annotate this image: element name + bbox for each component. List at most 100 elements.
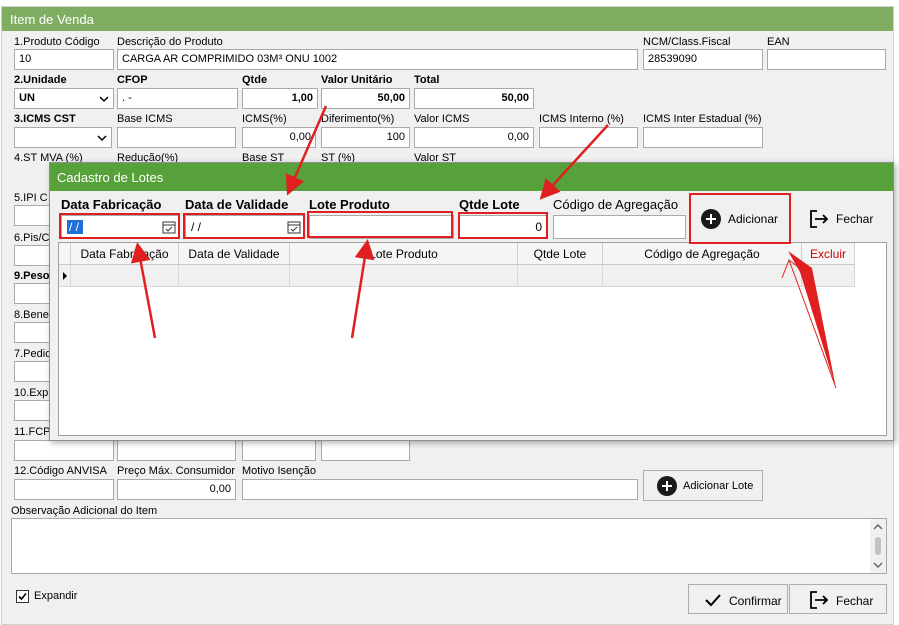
row-indicator (59, 265, 71, 287)
icms-inter-input[interactable] (643, 127, 763, 148)
section-7-input[interactable] (14, 361, 54, 382)
valor-icms-input[interactable]: 0,00 (414, 127, 534, 148)
fechar-dialog-button[interactable]: Fechar (795, 196, 883, 242)
codigo-anvisa-input[interactable] (14, 479, 114, 500)
icms-pct-label: ICMS(%) (242, 113, 287, 125)
adicionar-lote-button[interactable]: Adicionar Lote (643, 470, 763, 501)
table-row-cell[interactable] (71, 265, 179, 287)
scroll-down-icon[interactable] (873, 561, 883, 569)
col-data-fabricacao[interactable]: Data Fabricação (71, 243, 179, 265)
section-11-input-3[interactable] (242, 440, 316, 461)
total-input[interactable]: 50,00 (414, 88, 534, 109)
icms-interno-input[interactable] (539, 127, 638, 148)
calendar-icon[interactable] (162, 220, 176, 234)
check-icon (18, 592, 27, 601)
dialog-titlebar: Cadastro de Lotes (50, 163, 893, 191)
descricao-input[interactable]: CARGA AR COMPRIMIDO 03M³ ONU 1002 (117, 49, 638, 70)
table-row-cell[interactable] (802, 265, 855, 287)
scroll-up-icon[interactable] (873, 523, 883, 531)
preco-max-label: Preço Máx. Consumidor (117, 465, 235, 477)
table-row-cell[interactable] (603, 265, 802, 287)
col-codigo-agregacao[interactable]: Código de Agregação (603, 243, 802, 265)
col-qtde-lote[interactable]: Qtde Lote (518, 243, 603, 265)
section-11-input[interactable] (14, 440, 114, 461)
data-validade-value: / / (191, 220, 202, 234)
section-8-input[interactable] (14, 322, 54, 343)
icms-inter-label: ICMS Inter Estadual (%) (643, 113, 762, 125)
cadastro-lotes-dialog: Cadastro de Lotes Data Fabricação / / Da… (49, 162, 894, 441)
qtde-input[interactable]: 1,00 (242, 88, 318, 109)
dialog-title: Cadastro de Lotes (57, 170, 164, 185)
section-11-input-2[interactable] (117, 440, 236, 461)
section-11-label: 11.FCP (14, 426, 51, 438)
col-data-validade[interactable]: Data de Validade (179, 243, 290, 265)
window-title: Item de Venda (10, 12, 94, 27)
icms-pct-input[interactable]: 0,00 (242, 127, 316, 148)
table-row-cell[interactable] (179, 265, 290, 287)
scroll-thumb[interactable] (875, 537, 881, 555)
data-fabricacao-label: Data Fabricação (61, 197, 162, 212)
unidade-label: 2.Unidade (14, 74, 67, 86)
base-icms-input[interactable] (117, 127, 236, 148)
ncm-input[interactable]: 28539090 (643, 49, 763, 70)
data-fabricacao-input[interactable]: / / (61, 215, 180, 239)
section-5-input[interactable] (14, 205, 54, 226)
lote-produto-input[interactable] (309, 215, 454, 239)
valor-icms-label: Valor ICMS (414, 113, 470, 125)
confirmar-label: Confirmar (729, 594, 782, 608)
icms-cst-select[interactable] (14, 127, 112, 148)
motivo-isencao-input[interactable] (242, 479, 638, 500)
section-10-input[interactable] (14, 400, 54, 421)
diferimento-input[interactable]: 100 (321, 127, 410, 148)
valor-unitario-input[interactable]: 50,00 (321, 88, 410, 109)
observacao-label: Observação Adicional do Item (11, 505, 158, 517)
section-8-label: 8.Bene (14, 309, 49, 321)
codigo-anvisa-label: 12.Código ANVISA (14, 465, 107, 477)
produto-codigo-input[interactable]: 10 (14, 49, 114, 70)
section-7-label: 7.Pedid (14, 348, 52, 360)
valor-unitario-label: Valor Unitário (321, 74, 393, 86)
unidade-value: UN (19, 92, 35, 104)
section-6-input[interactable] (14, 245, 54, 266)
adicionar-button[interactable]: Adicionar (692, 196, 790, 242)
ncm-label: NCM/Class.Fiscal (643, 36, 731, 48)
preco-max-input[interactable]: 0,00 (117, 479, 236, 500)
expandir-checkbox[interactable] (16, 590, 29, 603)
section-6-label: 6.Pis/C (14, 232, 50, 244)
row-pointer-icon (63, 272, 67, 280)
adicionar-lote-label: Adicionar Lote (683, 480, 754, 492)
section-10-label: 10.Exp (14, 387, 49, 399)
fechar-label: Fechar (836, 594, 874, 608)
qtde-lote-input[interactable]: 0 (459, 215, 548, 239)
plus-circle-icon (701, 209, 721, 229)
table-row-cell[interactable] (518, 265, 603, 287)
chevron-down-icon (99, 96, 109, 103)
lotes-grid[interactable]: Data Fabricação Data de Validade Lote Pr… (58, 242, 887, 436)
codigo-agregacao-input[interactable] (553, 215, 686, 239)
diferimento-label: Diferimento(%) (321, 113, 395, 125)
unidade-select[interactable]: UN (14, 88, 114, 109)
data-fabricacao-value: / / (67, 220, 84, 234)
fechar-button[interactable]: Fechar (789, 584, 887, 614)
data-validade-input[interactable]: / / (185, 215, 305, 239)
col-lote-produto[interactable]: Lote Produto (290, 243, 518, 265)
cfop-label: CFOP (117, 74, 148, 86)
plus-circle-icon (657, 476, 677, 496)
exit-icon (810, 591, 829, 609)
base-icms-label: Base ICMS (117, 113, 173, 125)
section-11-input-4[interactable] (321, 440, 410, 461)
confirmar-button[interactable]: Confirmar (688, 584, 788, 614)
col-excluir[interactable]: Excluir (802, 243, 855, 265)
qtde-label: Qtde (242, 74, 268, 86)
expandir-label: Expandir (34, 590, 78, 602)
total-label: Total (414, 74, 440, 86)
ean-input[interactable] (767, 49, 886, 70)
codigo-agregacao-label: Código de Agregação (553, 197, 679, 212)
icms-cst-label: 3.ICMS CST (14, 113, 76, 125)
observacao-scrollbar[interactable] (870, 519, 886, 573)
cfop-input[interactable]: . - (117, 88, 238, 109)
table-row-cell[interactable] (290, 265, 518, 287)
calendar-icon[interactable] (287, 220, 301, 234)
section-9-input[interactable] (14, 283, 54, 304)
observacao-textarea[interactable] (11, 518, 887, 574)
